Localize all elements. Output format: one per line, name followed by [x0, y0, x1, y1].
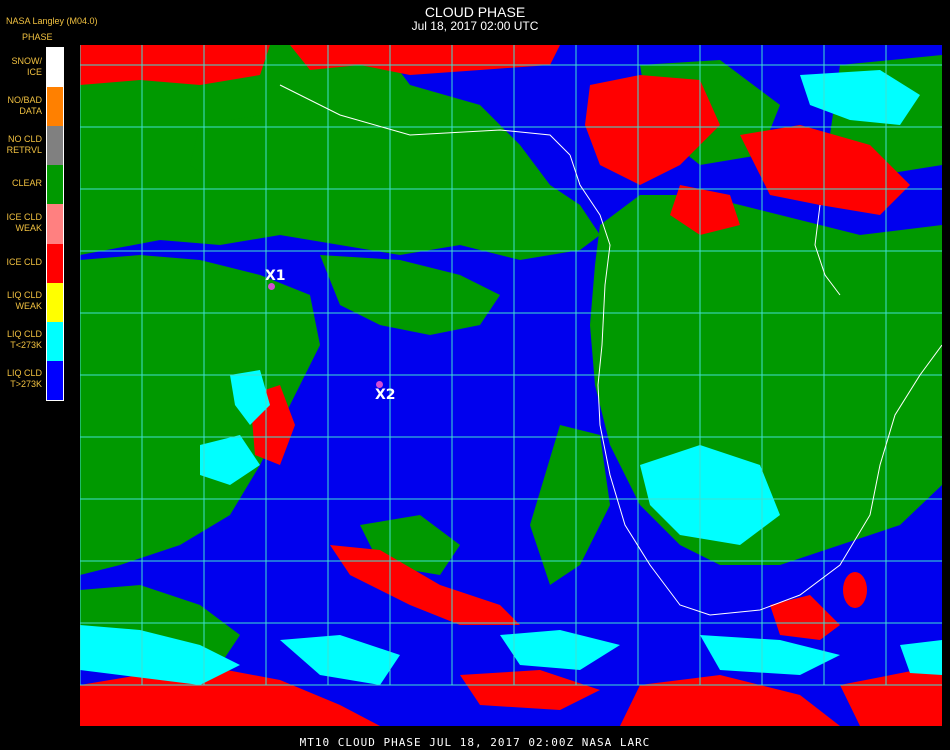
legend-swatch	[47, 204, 63, 244]
legend-swatch	[47, 87, 63, 127]
timestamp-subtitle: Jul 18, 2017 02:00 UTC	[411, 19, 539, 33]
legend-swatch	[47, 126, 63, 166]
legend-label: LIQ CLD WEAK	[6, 290, 42, 312]
legend-swatch	[47, 282, 63, 322]
page-title: CLOUD PHASE	[424, 4, 526, 20]
legend-label: LIQ CLD T<273K	[6, 329, 42, 351]
legend-label: CLEAR	[11, 178, 42, 189]
footer-caption: MT10 CLOUD PHASE JUL 18, 2017 02:00Z NAS…	[299, 736, 651, 749]
legend-swatch	[47, 360, 63, 400]
legend-label: ICE CLD	[6, 256, 42, 267]
legend-label: LIQ CLD T>273K	[6, 368, 42, 390]
legend-title: PHASE	[22, 32, 53, 42]
legend-label: NO/BAD DATA	[7, 94, 42, 116]
cloud-phase-map[interactable]	[80, 45, 942, 726]
legend-swatch	[47, 48, 63, 88]
marker-x1-label: X1	[265, 268, 286, 284]
legend-color-bar	[46, 47, 64, 401]
legend-label: ICE CLD WEAK	[6, 212, 42, 233]
legend-swatch	[47, 165, 63, 205]
legend-label: NO CLD RETRVL	[6, 133, 42, 155]
legend-swatch	[47, 321, 63, 361]
legend-swatch	[47, 243, 63, 283]
marker-x2-label: X2	[375, 387, 396, 403]
marker-x1-dot[interactable]	[268, 283, 275, 290]
legend-label: SNOW/ICE	[11, 55, 43, 77]
